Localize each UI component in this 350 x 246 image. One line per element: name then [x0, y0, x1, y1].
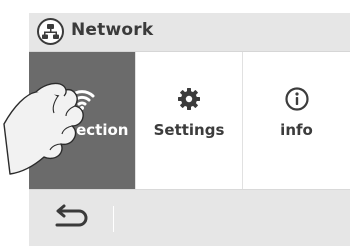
- toolbar-divider: [113, 206, 114, 232]
- page-title: Network: [71, 20, 154, 40]
- info-icon: [284, 86, 310, 112]
- wifi-icon: [69, 86, 95, 112]
- menu-grid: connection Settings info: [29, 52, 350, 189]
- menu-label-settings: Settings: [153, 121, 225, 139]
- back-button[interactable]: [29, 190, 113, 246]
- menu-item-settings[interactable]: Settings: [136, 52, 243, 189]
- bottom-bar: [29, 189, 350, 246]
- network-icon: [37, 18, 64, 45]
- back-arrow-icon: [55, 204, 88, 227]
- menu-label-info: info: [280, 121, 313, 139]
- gear-icon: [176, 86, 202, 112]
- network-screen: Network connection Settings info: [0, 0, 350, 246]
- menu-label-connection: connection: [35, 121, 129, 139]
- menu-item-info[interactable]: info: [243, 52, 350, 189]
- titlebar: Network: [29, 13, 350, 52]
- menu-item-connection[interactable]: connection: [29, 52, 136, 189]
